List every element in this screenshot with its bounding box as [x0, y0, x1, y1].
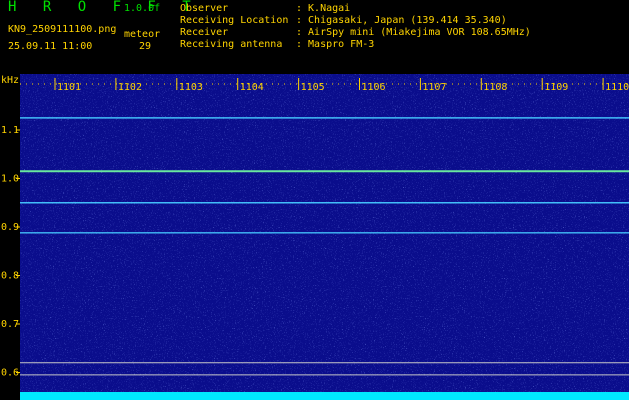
x-tick-label: 1101	[57, 82, 81, 93]
meteor-label: meteor	[124, 29, 161, 40]
x-tick-label: 1106	[362, 82, 386, 93]
file-name: KN9_2509111100.png	[8, 24, 117, 35]
header-panel: H R O F F T 1.0.0f KN9_2509111100.png me…	[0, 0, 629, 74]
footer-strip	[20, 392, 629, 400]
y-axis-unit: kHz	[1, 75, 19, 86]
location-value: : Chigasaki, Japan (139.414 35.340)	[296, 15, 507, 26]
app-version: 1.0.0f	[124, 3, 161, 14]
date-time: 25.09.11 11:00	[8, 41, 93, 52]
spectrogram-panel: kHz 1.1 1.0 0.9 0.8 0.7 0.6 1101 1102 1103 1104 1…	[0, 74, 629, 400]
observer-value: : K.Nagai	[296, 3, 351, 14]
spectrogram: kHz 1.11.00.90.80.70.6 1101 1102 1103 1104 1…	[0, 74, 629, 400]
receiver-label: Receiver	[180, 27, 229, 38]
app-title: H R O F F T	[8, 0, 200, 15]
x-tick-label: 1108	[483, 82, 507, 93]
x-tick-label: 1107	[422, 82, 446, 93]
observer-label: Observer	[180, 3, 229, 14]
receiver-value: : AirSpy mini (Miakejima VOR 108.65MHz)	[296, 27, 531, 38]
x-tick-label: 1110	[605, 82, 629, 93]
meteor-count: 29	[139, 41, 152, 52]
spectrogram-noise	[20, 74, 629, 400]
antenna-value: : Maspro FM-3	[296, 39, 375, 50]
location-label: Receiving Location	[180, 15, 289, 26]
x-tick-label: 1102	[118, 82, 142, 93]
y-axis-area	[0, 74, 20, 400]
x-tick-label: 1109	[544, 82, 568, 93]
x-tick-label: 1105	[301, 82, 325, 93]
x-tick-label: 1104	[240, 82, 264, 93]
x-tick-label: 1103	[179, 82, 203, 93]
antenna-label: Receiving antenna	[180, 39, 283, 50]
